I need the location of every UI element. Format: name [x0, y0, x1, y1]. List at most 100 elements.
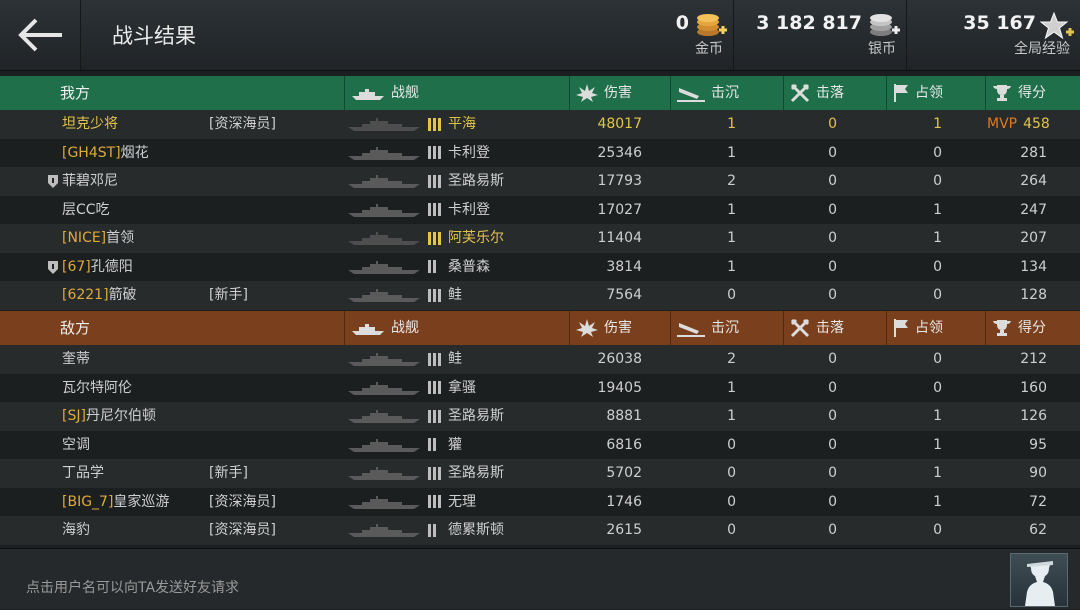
capture-value: 1	[933, 230, 942, 246]
score-value: 160	[987, 374, 1047, 403]
ship-tier-indicator	[428, 281, 443, 310]
downed-value: 0	[828, 116, 837, 132]
ship-silhouette-icon	[348, 381, 420, 395]
col-sunk: 击沉	[670, 311, 783, 345]
xp-counter[interactable]: 35 167 全局经验	[907, 0, 1080, 70]
sunk-value: 1	[727, 116, 736, 132]
capture-value: 1	[933, 465, 942, 481]
shield-badge-icon	[48, 175, 58, 188]
sunk-value: 0	[727, 287, 736, 303]
col-damage-label: 伤害	[604, 85, 632, 101]
player-name-link[interactable]: 空调	[62, 431, 90, 460]
enemy-rows: 奎蒂 鲑 26038 2 0 0 212 瓦尔特阿伦 拿骚 19405 1 0 0 160 [SJ]丹尼尔伯…	[0, 345, 1080, 545]
player-row: 坦克少将 [资深海员] 平海 48017 1 0 1 MVP 458	[0, 110, 1080, 139]
player-name-link[interactable]: 层CC吃	[62, 196, 110, 225]
sunk-value: 0	[727, 522, 736, 538]
ship-name: 阿芙乐尔	[448, 230, 504, 246]
col-downed-label: 击落	[816, 85, 844, 101]
player-name-link[interactable]: [NICE]首领	[62, 224, 134, 253]
back-arrow-icon	[18, 18, 62, 52]
ship-silhouette-icon	[348, 438, 420, 452]
player-name-link[interactable]: 菲碧邓尼	[62, 167, 118, 196]
trophy-icon	[993, 320, 1011, 336]
clan-tag: [67]	[62, 258, 91, 275]
player-row: [NICE]首领 阿芙乐尔 11404 1 0 1 207	[0, 224, 1080, 253]
enemy-header-row: 敌方 战舰 伤害 击沉 击落 占领 得分	[0, 311, 1080, 345]
damage-value: 2615	[606, 522, 642, 538]
ship-silhouette-icon	[348, 232, 420, 245]
crossed-planes-icon	[790, 318, 810, 338]
ship-name: 鲑	[448, 287, 462, 303]
player-name-link[interactable]: 坦克少将	[62, 110, 118, 139]
player-rank-title: [新手]	[209, 287, 248, 303]
player-name-link[interactable]: [GH4ST]烟花	[62, 139, 149, 168]
player-rank-title: [资深海员]	[209, 493, 276, 510]
player-name-link[interactable]: 海豹	[62, 516, 90, 545]
silver-label: 银币	[868, 41, 896, 57]
player-name-link[interactable]: 瓦尔特阿伦	[62, 374, 132, 403]
score-number: 62	[1029, 522, 1047, 538]
player-name-link[interactable]: [SJ]丹尼尔伯顿	[62, 402, 156, 431]
explosion-icon	[576, 319, 598, 337]
player-name: 孔德阳	[90, 258, 133, 275]
friend-request-hint: 点击用户名可以向TA发送好友请求	[26, 580, 240, 596]
sunk-value: 0	[727, 493, 736, 510]
mvp-badge: MVP	[987, 116, 1018, 132]
score-number: 212	[1020, 351, 1047, 367]
clan-tag: [BIG_7]	[62, 493, 114, 510]
ship-tier-indicator	[428, 110, 443, 139]
score-number: 90	[1029, 465, 1047, 481]
player-name-link[interactable]: [6221]箭破	[62, 281, 137, 310]
player-name-link[interactable]: [67]孔德阳	[62, 253, 133, 282]
ship-silhouette-icon	[348, 118, 420, 131]
xp-label: 全局经验	[1014, 41, 1070, 57]
damage-value: 48017	[597, 116, 642, 132]
score-number: 207	[1020, 230, 1047, 246]
score-value: 72	[987, 488, 1047, 517]
capture-value: 1	[933, 493, 942, 510]
back-button[interactable]	[0, 0, 81, 70]
captain-portrait-button[interactable]	[1010, 553, 1068, 607]
damage-value: 8881	[606, 408, 642, 424]
player-name: 烟花	[120, 144, 149, 161]
player-name: 箭破	[108, 287, 137, 303]
gold-counter[interactable]: 0 金币	[560, 0, 733, 70]
crossed-planes-icon	[790, 83, 810, 103]
ally-label: 我方	[60, 84, 91, 102]
player-name-link[interactable]: 奎蒂	[62, 345, 90, 374]
col-downed: 击落	[783, 311, 886, 345]
player-row: 菲碧邓尼 圣路易斯 17793 2 0 0 264	[0, 167, 1080, 196]
damage-value: 25346	[597, 144, 642, 161]
clan-tag: [NICE]	[62, 230, 107, 246]
player-name-link[interactable]: [BIG_7]皇家巡游	[62, 488, 169, 517]
capture-value: 0	[933, 144, 942, 161]
score-value: 264	[987, 167, 1047, 196]
downed-value: 0	[828, 287, 837, 303]
ally-rows: 坦克少将 [资深海员] 平海 48017 1 0 1 MVP 458 [GH4ST]烟花 卡利登 25…	[0, 110, 1080, 310]
score-value: 126	[987, 402, 1047, 431]
player-row: 空调 獾 6816 0 0 1 95	[0, 430, 1080, 460]
ship-tier-indicator	[428, 345, 443, 374]
downed-value: 0	[828, 230, 837, 246]
capture-value: 0	[933, 351, 942, 367]
score-value: MVP 458	[987, 110, 1050, 139]
score-number: 95	[1029, 436, 1047, 453]
silver-value: 3 182 817	[756, 12, 862, 34]
ship-name: 卡利登	[448, 144, 490, 161]
player-name-link[interactable]: 丁品学	[62, 459, 104, 488]
downed-value: 0	[828, 351, 837, 367]
score-number: 160	[1020, 379, 1047, 396]
score-value: 90	[987, 459, 1047, 488]
ship-silhouette-icon	[348, 410, 420, 423]
clan-tag: [SJ]	[62, 408, 86, 424]
player-row: [6221]箭破 [新手] 鲑 7564 0 0 0 128	[0, 281, 1080, 310]
col-ship-label: 战舰	[391, 85, 419, 101]
player-name: 层CC吃	[62, 201, 110, 218]
ship-tier-indicator	[428, 224, 443, 253]
downed-value: 0	[828, 173, 837, 189]
silver-counter[interactable]: 3 182 817 银币	[734, 0, 906, 70]
score-value: 207	[987, 224, 1047, 253]
score-value: 134	[987, 253, 1047, 282]
ship-tier-indicator	[428, 253, 438, 282]
ship-silhouette-icon	[348, 467, 420, 480]
